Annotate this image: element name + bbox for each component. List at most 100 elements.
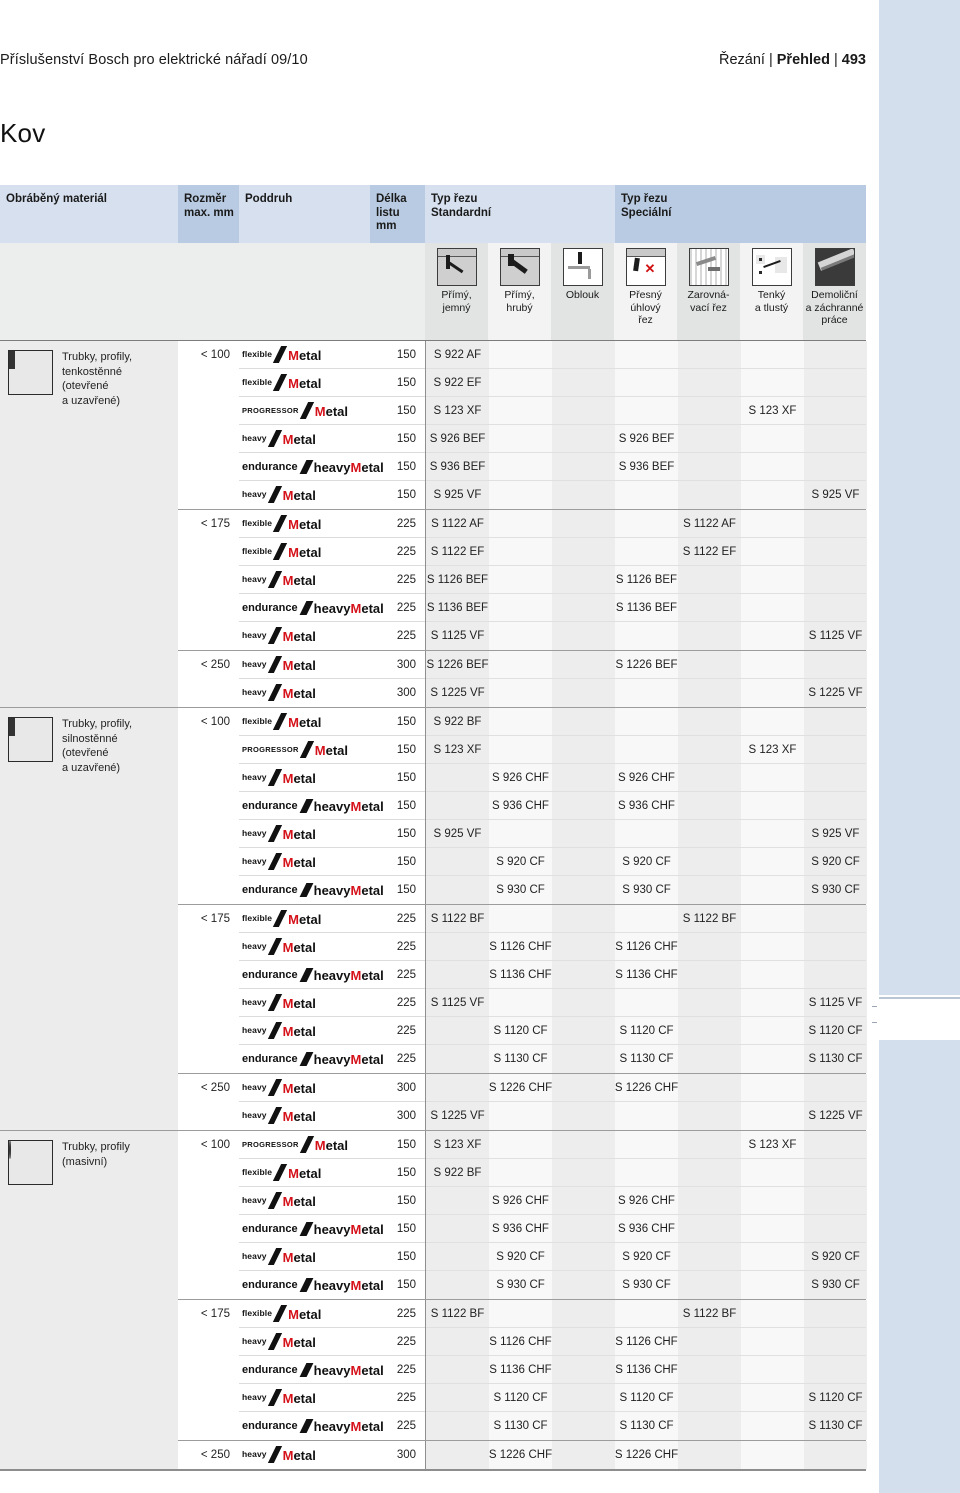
cut-cell-bg [741, 708, 804, 736]
cut-type-cells: S 922 BF [425, 708, 867, 736]
page-title: Kov [0, 118, 46, 148]
cut-cell-bg [615, 820, 678, 848]
material-cell: Trubky, profily (masivní) [0, 1131, 178, 1469]
product-logo-heavy: heavy [313, 459, 351, 475]
cut-cell-bg [741, 1328, 804, 1356]
header-size: Rozměr max. mm [178, 185, 239, 243]
cut-cell-bg [552, 1159, 615, 1187]
cut-cell-bg [804, 341, 867, 369]
subtype-cell: heavy Metal [239, 425, 370, 453]
subtype-cell: heavy Metal [239, 933, 370, 961]
product-logo-flexible: flexible Metal [242, 542, 321, 560]
material-label-line: Trubky, profily, [62, 351, 133, 363]
subtype-cell: endurance heavyMetal [239, 1412, 384, 1440]
product-code: S 920 CF [622, 856, 671, 868]
material-label-line: a uzavřené) [62, 394, 121, 407]
cut-cell-bg [678, 481, 741, 509]
product-code: S 1126 BEF [615, 574, 678, 586]
product-logo-heavy: heavy Metal [242, 429, 316, 447]
bosch-slash-icon [299, 1362, 314, 1377]
product-code: S 1120 CF [619, 1392, 674, 1404]
product-code: S 1225 VF [430, 687, 485, 699]
table-row: < 100 flexible Metal 150 S 922 AF [178, 341, 867, 369]
product-code: S 1136 CHF [489, 1364, 552, 1376]
cut-cell-bg [552, 397, 615, 425]
product-code: S 1226 BEF [615, 659, 678, 671]
product-code: S 1120 CF [493, 1025, 548, 1037]
material-label-line: Trubky, profily [62, 1141, 130, 1153]
size-value [178, 566, 239, 594]
cut-type-cells: S 920 CF S 920 CF S 920 CF [425, 1243, 867, 1271]
table-row: heavy Metal 225 S 1120 CF S 1120 CF S 1120 CF [178, 1017, 867, 1045]
cut-cell-bg [552, 708, 615, 736]
cut-cell-bg [552, 369, 615, 397]
cut-type-label-line3: řez [638, 314, 653, 326]
product-logo-m: M [282, 686, 294, 701]
product-logo-heavy: heavy [313, 883, 351, 898]
product-logo-rest: etal [293, 995, 316, 1011]
product-code: S 123 XF [433, 744, 482, 756]
product-logo-rest: etal [293, 854, 316, 870]
cut-type-column-4: ✕ Přesný úhlový řez [614, 243, 677, 340]
product-logo-prefix: heavy [242, 996, 267, 1007]
product-logo-rest: etal [325, 403, 349, 419]
cut-cell-bg [741, 1215, 804, 1243]
cut-cell-bg [804, 933, 867, 961]
size-block: < 100 flexible Metal 150 S 922 BF PROGRESSOR M… [178, 708, 867, 904]
product-logo-endurance: endurance heavyMetal [242, 600, 384, 616]
size-value [178, 1271, 239, 1299]
cut-cell-bg [741, 792, 804, 820]
thick-wall-tubes-profiles-icon [8, 717, 53, 762]
running-head-right: Řezání | Přehled | 493 [719, 52, 866, 68]
cut-cell-bg [804, 1328, 867, 1356]
cut-cell-bg [804, 1356, 867, 1384]
size-value [178, 1159, 239, 1187]
product-logo-prefix: heavy [242, 1194, 267, 1205]
product-code: S 123 XF [433, 1139, 482, 1151]
cut-type-column-2: Přímý, hrubý [488, 243, 551, 340]
header-subtype: Poddruh [239, 185, 370, 243]
product-logo-m: M [282, 1390, 294, 1406]
subtype-cell: PROGRESSOR Metal [239, 397, 370, 425]
cut-cell-bg [804, 764, 867, 792]
table-row: heavy Metal 150 S 926 CHF S 926 CHF [178, 1187, 867, 1215]
product-logo-endurance: endurance heavyMetal [242, 798, 384, 814]
product-code: S 1225 VF [808, 1110, 863, 1122]
size-value: < 100 [200, 349, 230, 361]
cut-type-cells: S 1130 CF S 1130 CF S 1130 CF [425, 1412, 867, 1440]
subtype-cell: endurance heavyMetal [239, 453, 384, 481]
cut-cell-bg [678, 708, 741, 736]
product-logo-m: M [288, 1306, 299, 1322]
bosch-slash-icon [267, 937, 282, 955]
product-logo-prefix: endurance [242, 601, 298, 614]
subtype-cell: flexible Metal [239, 708, 370, 736]
cut-cell-bg [741, 1187, 804, 1215]
cut-cell-bg [552, 1300, 615, 1328]
blade-length-value: 300 [370, 1074, 425, 1102]
product-code: S 1122 BF [430, 913, 485, 925]
blade-length-value: 150 [370, 1243, 425, 1271]
material-label-line: silnostěnné [62, 732, 118, 745]
cut-type-cells: S 123 XF S 123 XF [425, 397, 867, 425]
product-code: S 1120 CF [808, 1025, 863, 1037]
subtype-cell: endurance heavyMetal [239, 1356, 384, 1384]
bosch-slash-icon [267, 768, 282, 786]
cut-cell-bg [615, 1159, 678, 1187]
header-cut-standard-line1: Typ řezu [431, 193, 478, 205]
product-logo-prefix: heavy [242, 658, 267, 669]
cut-type-cells: S 1122 AF S 1122 AF [425, 510, 867, 538]
table-row: endurance heavyMetal 225 S 1130 CF S 1130 CF… [178, 1045, 867, 1073]
product-code: S 930 CF [622, 1279, 671, 1291]
cut-cell-bg [804, 905, 867, 933]
bosch-slash-icon [272, 712, 288, 730]
table-icon-header-row: Přímý, jemný Přímý, hrubý Oblouk ✕ Přesný úhlov… [0, 243, 866, 341]
subtype-cell: heavy Metal [239, 481, 370, 509]
product-logo-rest: etal [293, 1249, 316, 1265]
running-head: Příslušenství Bosch pro elektrické nářad… [0, 52, 866, 74]
product-logo-heavy: heavy [313, 1362, 351, 1378]
product-logo-heavy: heavy [313, 600, 351, 616]
size-value [178, 453, 239, 481]
product-logo-prefix: heavy [242, 687, 267, 697]
material-cell: Trubky, profily, silnostěnné (otevřené a uz… [0, 708, 178, 1130]
product-logo-prefix: heavy [242, 573, 267, 584]
